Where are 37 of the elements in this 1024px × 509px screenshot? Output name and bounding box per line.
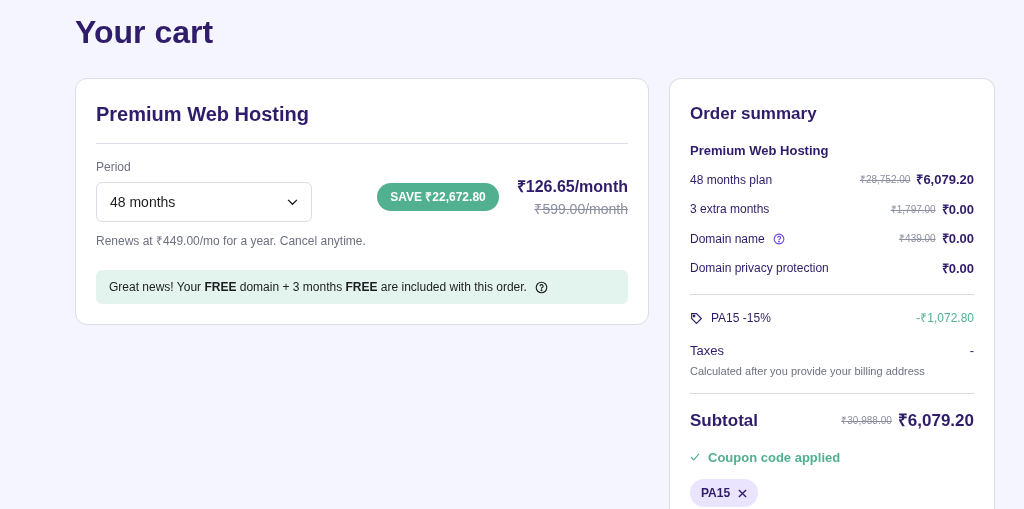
page-title: Your cart (75, 13, 215, 52)
taxes-value: - (969, 342, 974, 360)
save-badge: SAVE ₹22,672.80 (377, 183, 499, 211)
summary-product-name: Premium Web Hosting (690, 141, 830, 160)
help-icon[interactable] (534, 280, 548, 294)
line-label: Domain name (690, 230, 765, 248)
period-label: Period (96, 159, 132, 176)
chevron-down-icon (287, 198, 298, 206)
line-price: ₹0.00 (941, 230, 974, 248)
tag-icon (690, 311, 703, 325)
coupon-code: PA15 (701, 485, 731, 502)
old-monthly-price: ₹599.00/month (534, 199, 628, 219)
notice-text: Great news! Your FREE domain + 3 months FREE are included with this order. (109, 279, 527, 296)
monthly-price: ₹126.65/month (516, 176, 628, 197)
coupon-status: Coupon code applied (708, 448, 841, 467)
discount-amount: -₹1,072.80 (916, 310, 974, 327)
subtotal-price: ₹6,079.20 (897, 410, 974, 432)
line-price: ₹0.00 (941, 200, 974, 219)
subtotal-old-price: ₹30,988.00 (841, 414, 892, 429)
line-price: ₹0.00 (941, 259, 974, 278)
check-icon (690, 453, 700, 462)
taxes-note: Calculated after you provide your billing address (690, 362, 974, 394)
line-old-price: ₹439.00 (899, 232, 936, 247)
remove-icon[interactable] (738, 488, 748, 498)
discount-label: PA15 -15% (711, 310, 771, 327)
line-price: ₹6,079.20 (916, 171, 974, 189)
product-title: Premium Web Hosting (96, 99, 628, 144)
renewal-note: Renews at ₹449.00/mo for a year. Cancel anytime. (96, 233, 367, 250)
line-label: Domain privacy protection (690, 260, 829, 278)
line-label: 48 months plan (690, 171, 773, 189)
line-old-price: ₹1,797.00 (890, 202, 936, 217)
taxes-label: Taxes (690, 342, 724, 360)
line-label: 3 extra months (690, 201, 770, 219)
summary-title: Order summary (690, 103, 818, 125)
line-old-price: ₹28,752.00 (859, 173, 911, 188)
period-dropdown[interactable]: 48 months (96, 182, 312, 222)
subtotal-label: Subtotal (690, 410, 758, 432)
